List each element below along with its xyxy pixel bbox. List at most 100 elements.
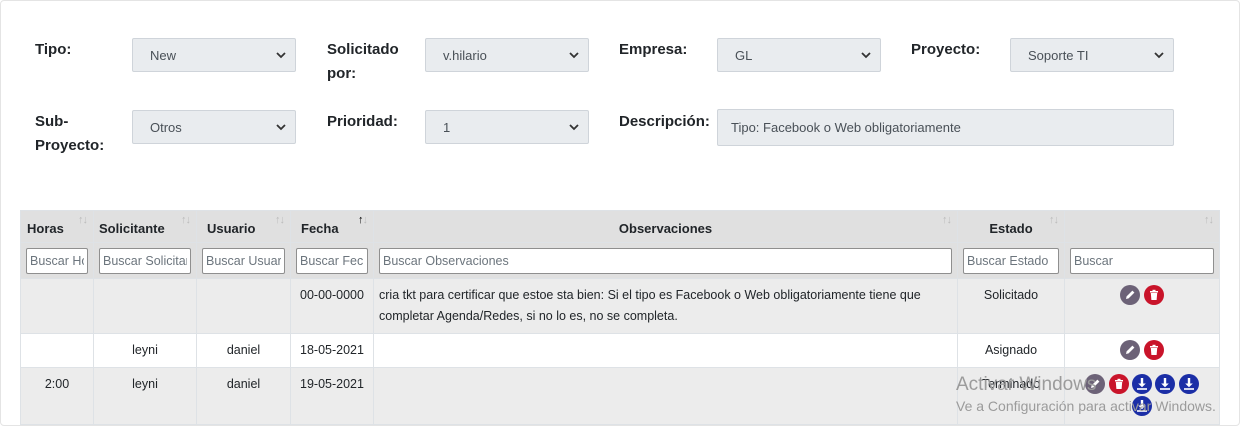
cell-observaciones <box>373 333 958 368</box>
cell-usuario <box>196 278 291 334</box>
cell-actions <box>1064 278 1220 334</box>
descripcion-input[interactable]: Tipo: Facebook o Web obligatoriamente <box>717 109 1174 146</box>
descripcion-label: Descripción: <box>619 113 710 130</box>
chevron-down-icon <box>276 124 286 131</box>
delete-button[interactable] <box>1143 340 1164 360</box>
sort-ascending-icon: ↑↓ <box>358 214 368 226</box>
download-icon <box>1160 378 1171 390</box>
descripcion-input-value: Tipo: Facebook o Web obligatoriamente <box>731 120 961 135</box>
tickets-table: Horas ↑↓ Solicitante ↑↓ Usuario ↑↓ Fecha… <box>20 210 1220 425</box>
delete-icon <box>1114 378 1123 389</box>
edit-icon <box>1126 345 1135 354</box>
cell-solicitante: leyni <box>93 367 197 425</box>
cell-solicitante: leyni <box>93 333 197 368</box>
chevron-down-icon <box>569 124 579 131</box>
chevron-down-icon <box>276 52 286 59</box>
cell-fecha: 00-00-0000 <box>290 278 374 334</box>
sort-icon: ↑↓ <box>181 214 191 226</box>
table-row: leyni daniel 18-05-2021 Asignado <box>20 333 1220 368</box>
table-row: 00-00-0000 cria tkt para certificar que … <box>20 278 1220 334</box>
download-icon <box>1137 400 1147 412</box>
filter-horas-input[interactable] <box>26 247 88 274</box>
sort-icon: ↑↓ <box>1049 214 1059 226</box>
prioridad-label: Prioridad: <box>327 113 398 130</box>
cell-actions <box>1064 333 1220 368</box>
subproyecto-select-value: Otros <box>150 120 182 135</box>
filter-cell <box>20 242 94 279</box>
download-button[interactable] <box>1132 374 1152 394</box>
filter-cell <box>290 242 374 279</box>
edit-button[interactable] <box>1120 285 1141 305</box>
column-header-solicitante[interactable]: Solicitante ↑↓ <box>93 210 197 243</box>
chevron-down-icon <box>1154 52 1164 59</box>
tipo-label: Tipo: <box>35 41 72 58</box>
column-header-fecha[interactable]: Fecha ↑↓ <box>290 210 374 243</box>
empresa-select[interactable]: GL <box>717 38 881 72</box>
delete-button[interactable] <box>1143 285 1164 305</box>
cell-solicitante <box>93 278 197 334</box>
prioridad-select-value: 1 <box>443 120 451 135</box>
filter-usuario-input[interactable] <box>202 247 285 274</box>
proyecto-select[interactable]: Soporte TI <box>1010 38 1174 72</box>
chevron-down-icon <box>569 52 579 59</box>
tipo-select-value: New <box>150 48 177 63</box>
column-header-label <box>1065 236 1219 242</box>
cell-horas: 2:00 <box>20 367 94 425</box>
tipo-select[interactable]: New <box>132 38 296 72</box>
edit-icon <box>1126 290 1135 299</box>
cell-estado: Terminado <box>957 367 1065 425</box>
empresa-label: Empresa: <box>619 41 688 58</box>
filter-estado-input[interactable] <box>963 247 1059 274</box>
table-row: 2:00 leyni daniel 19-05-2021 Terminado <box>20 367 1220 425</box>
edit-button[interactable] <box>1085 374 1106 394</box>
subproyecto-label-line2: Proyecto: <box>35 137 105 154</box>
filter-cell <box>93 242 197 279</box>
filter-observaciones-input[interactable] <box>379 247 952 274</box>
delete-icon <box>1149 289 1158 300</box>
column-header-estado[interactable]: Estado ↑↓ <box>957 210 1065 243</box>
solicitado-select-value: v.hilario <box>443 48 487 63</box>
sort-icon: ↑↓ <box>275 214 285 226</box>
proyecto-select-value: Soporte TI <box>1028 48 1089 63</box>
cell-usuario: daniel <box>196 367 291 425</box>
download-button[interactable] <box>1178 374 1199 394</box>
column-header-label: Observaciones <box>618 221 713 236</box>
filter-buscar-input[interactable] <box>1070 247 1214 274</box>
prioridad-select[interactable]: 1 <box>425 110 589 144</box>
cell-actions <box>1064 367 1220 425</box>
cell-usuario: daniel <box>196 333 291 368</box>
subproyecto-label: Sub- Proyecto: <box>35 110 104 158</box>
delete-button[interactable] <box>1108 374 1129 394</box>
edit-button[interactable] <box>1120 340 1141 360</box>
cell-estado: Solicitado <box>957 278 1065 334</box>
solicitado-label: Solicitado por: <box>327 38 399 86</box>
cell-observaciones: cria tkt para certificar que estoe sta b… <box>373 278 958 334</box>
filter-fecha-input[interactable] <box>296 247 368 274</box>
subproyecto-select[interactable]: Otros <box>132 110 296 144</box>
empresa-select-value: GL <box>735 48 753 63</box>
chevron-down-icon <box>861 52 871 59</box>
cell-horas <box>20 278 94 334</box>
edit-icon <box>1091 379 1100 388</box>
cell-observaciones <box>373 367 958 425</box>
download-button[interactable] <box>1132 396 1152 416</box>
cell-fecha: 19-05-2021 <box>290 367 374 425</box>
cell-estado: Asignado <box>957 333 1065 368</box>
download-icon <box>1183 378 1194 390</box>
download-button[interactable] <box>1155 374 1176 394</box>
sort-icon: ↑↓ <box>1204 214 1214 226</box>
solicitado-select[interactable]: v.hilario <box>425 38 589 72</box>
filter-solicitante-input[interactable] <box>99 247 191 274</box>
solicitado-label-line2: por: <box>327 65 357 82</box>
column-header-horas[interactable]: Horas ↑↓ <box>20 210 94 243</box>
column-header-acciones[interactable]: ↑↓ <box>1064 210 1220 243</box>
proyecto-label: Proyecto: <box>911 41 981 58</box>
column-header-observaciones[interactable]: Observaciones ↑↓ <box>373 210 958 243</box>
sort-icon: ↑↓ <box>78 214 88 226</box>
sort-icon: ↑↓ <box>942 214 952 226</box>
filter-cell <box>1064 242 1220 279</box>
filter-cell <box>957 242 1065 279</box>
filter-cell <box>196 242 291 279</box>
solicitado-label-line1: Solicitado <box>327 41 399 58</box>
column-header-usuario[interactable]: Usuario ↑↓ <box>196 210 291 243</box>
